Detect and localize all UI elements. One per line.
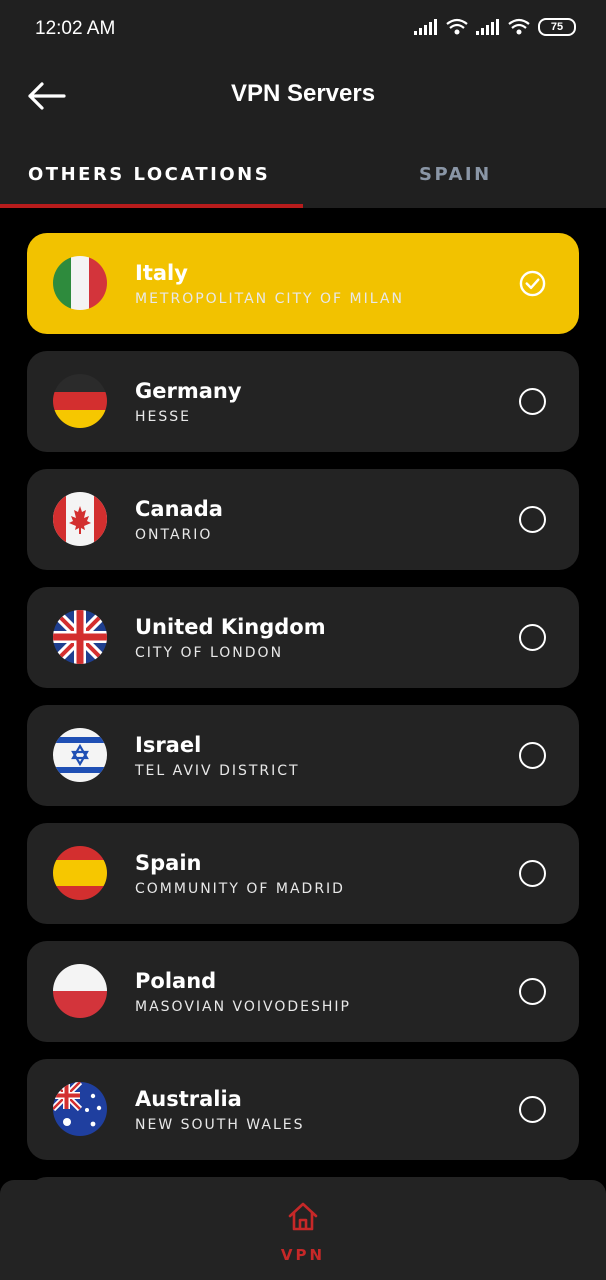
radio-button[interactable]: [519, 624, 546, 651]
server-country: Germany: [135, 379, 242, 403]
tab-others-locations[interactable]: OTHERS LOCATIONS: [0, 148, 303, 208]
radio-button[interactable]: [519, 1096, 546, 1123]
signal-icon: [414, 19, 437, 35]
nav-vpn-label: VPN: [280, 1246, 326, 1264]
signal-icon-2: [476, 19, 499, 35]
status-time: 12:02 AM: [35, 18, 116, 39]
page-title: VPN Servers: [230, 80, 376, 107]
server-region: ONTARIO: [135, 527, 213, 543]
radio-button[interactable]: [519, 860, 546, 887]
nav-vpn-button[interactable]: VPN: [258, 1192, 348, 1276]
tab-label: SPAIN: [419, 164, 492, 185]
server-region: TEL AVIV DISTRICT: [135, 763, 300, 779]
server-item-israel[interactable]: Israel TEL AVIV DISTRICT: [27, 705, 579, 806]
wifi-icon: [446, 18, 468, 35]
server-country: Italy: [135, 261, 188, 285]
server-item-united-kingdom[interactable]: United Kingdom CITY OF LONDON: [27, 587, 579, 688]
server-item-germany[interactable]: Germany HESSE: [27, 351, 579, 452]
server-country: United Kingdom: [135, 615, 326, 639]
uk-flag-icon: [53, 610, 107, 664]
server-region: HESSE: [135, 409, 191, 425]
battery-icon: 75: [538, 18, 576, 36]
germany-flag-icon: [53, 374, 107, 428]
check-circle-icon[interactable]: [519, 270, 546, 297]
server-region: MASOVIAN VOIVODESHIP: [135, 999, 351, 1015]
server-region: COMMUNITY OF MADRID: [135, 881, 345, 897]
radio-button[interactable]: [519, 388, 546, 415]
server-item-poland[interactable]: Poland MASOVIAN VOIVODESHIP: [27, 941, 579, 1042]
server-item-italy[interactable]: Italy METROPOLITAN CITY OF MILAN: [27, 233, 579, 334]
server-region: METROPOLITAN CITY OF MILAN: [135, 291, 404, 307]
location-tabs: OTHERS LOCATIONS SPAIN: [0, 148, 606, 208]
battery-level: 75: [550, 21, 564, 33]
israel-flag-icon: [53, 728, 107, 782]
radio-button[interactable]: [519, 978, 546, 1005]
server-country: Australia: [135, 1087, 242, 1111]
wifi-icon-2: [508, 18, 530, 35]
active-tab-indicator: [0, 204, 303, 208]
app-bar: VPN Servers OTHERS LOCATIONS SPAIN: [0, 58, 606, 208]
radio-button[interactable]: [519, 506, 546, 533]
spain-flag-icon: [53, 846, 107, 900]
server-item-australia[interactable]: Australia NEW SOUTH WALES: [27, 1059, 579, 1160]
server-region: CITY OF LONDON: [135, 645, 284, 661]
server-region: NEW SOUTH WALES: [135, 1117, 305, 1133]
australia-flag-icon: [53, 1082, 107, 1136]
canada-flag-icon: [53, 492, 107, 546]
status-icons: 75: [414, 18, 576, 36]
home-icon: [288, 1202, 318, 1231]
server-item-canada[interactable]: Canada ONTARIO: [27, 469, 579, 570]
server-country: Poland: [135, 969, 217, 993]
italy-flag-icon: [53, 256, 107, 310]
poland-flag-icon: [53, 964, 107, 1018]
status-bar: 12:02 AM 75: [0, 0, 606, 58]
server-country: Spain: [135, 851, 202, 875]
tab-spain[interactable]: SPAIN: [303, 148, 606, 208]
server-item-spain[interactable]: Spain COMMUNITY OF MADRID: [27, 823, 579, 924]
radio-button[interactable]: [519, 742, 546, 769]
bottom-navigation: VPN: [0, 1180, 606, 1280]
server-country: Israel: [135, 733, 202, 757]
server-country: Canada: [135, 497, 223, 521]
tab-label: OTHERS LOCATIONS: [28, 164, 271, 185]
